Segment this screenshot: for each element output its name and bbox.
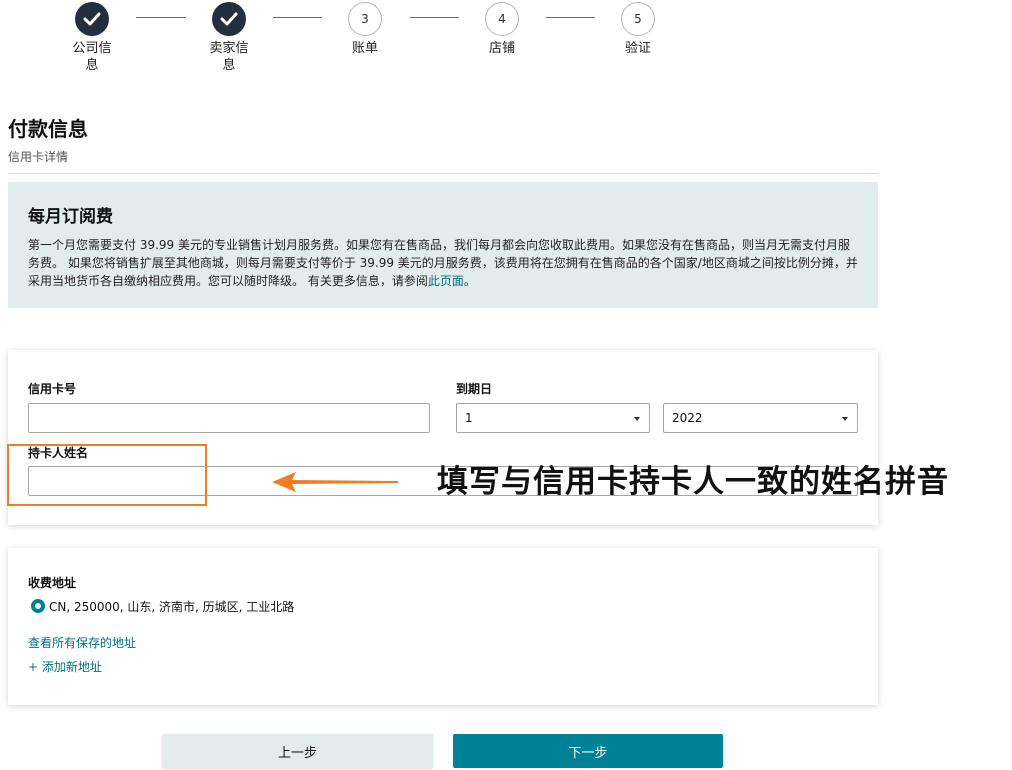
step-number: 3 [348,2,382,36]
progress-stepper: 公司信息 卖家信息 3 账单 4 店铺 5 验证 [0,0,1012,80]
step-connector [410,17,459,18]
page-subtitle: 信用卡详情 [8,150,69,164]
step-billing: 3 账单 [325,2,405,57]
checkmark-icon [212,2,246,36]
step-label: 卖家信息 [209,41,249,73]
step-label: 账单 [351,41,378,56]
step-store: 4 店铺 [462,2,542,57]
billing-address-title: 收费地址 [28,576,77,590]
step-number: 5 [621,2,655,36]
annotation-highlight-box [7,444,207,506]
chevron-down-icon [634,417,640,421]
previous-button[interactable]: 上一步 [162,734,433,768]
view-saved-addresses-link[interactable]: 查看所有保存的地址 [28,634,136,651]
this-page-link[interactable]: 此页面 [428,274,464,288]
address-radio-selected[interactable] [31,599,45,613]
billing-address-panel: 收费地址 CN, 250000, 山东, 济南市, 历城区, 工业北路 查看所有… [8,548,878,705]
add-new-address-link[interactable]: + 添加新地址 [28,658,102,675]
expiry-month-select[interactable]: 1 [456,403,650,433]
info-title: 每月订阅费 [28,207,113,227]
expiry-label: 到期日 [456,382,493,396]
checkmark-icon [75,2,109,36]
step-label: 店铺 [488,41,515,56]
subscription-info-box: 每月订阅费 第一个月您需要支付 39.99 美元的专业销售计划月服务费。如果您有… [8,182,878,308]
divider [8,173,878,174]
selected-address[interactable]: CN, 250000, 山东, 济南市, 历城区, 工业北路 [49,598,294,615]
step-verify: 5 验证 [598,2,678,57]
next-button[interactable]: 下一步 [453,734,723,768]
step-connector [273,17,322,18]
step-number: 4 [485,2,519,36]
page-title: 付款信息 [8,117,88,141]
arrow-left-icon [272,472,398,492]
step-label: 验证 [624,41,651,56]
annotation-text: 填写与信用卡持卡人一致的姓名拼音 [437,464,949,500]
chevron-down-icon [842,417,848,421]
card-number-label: 信用卡号 [28,382,77,396]
step-company-info[interactable]: 公司信息 [52,2,132,74]
info-text: 第一个月您需要支付 39.99 美元的专业销售计划月服务费。如果您有在售商品，我… [28,236,858,290]
expiry-year-select[interactable]: 2022 [663,403,858,433]
step-connector [546,17,595,18]
info-end: 。 [463,274,476,288]
step-seller-info[interactable]: 卖家信息 [189,2,269,74]
expiry-year-value: 2022 [672,411,703,425]
expiry-month-value: 1 [465,411,473,425]
step-label: 公司信息 [72,41,112,73]
step-connector [136,17,186,18]
card-number-input[interactable] [28,403,430,433]
